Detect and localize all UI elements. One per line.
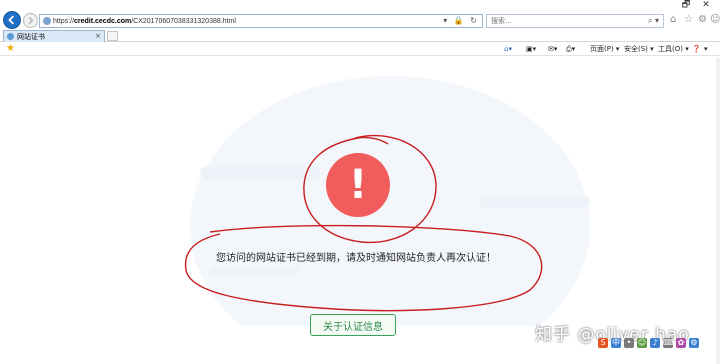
error-alert-icon: ! [326,153,390,217]
tools-menu[interactable]: 工具(O) ▾ [658,44,689,54]
certificate-expired-message: 您访问的网站证书已经到期，请及时通知网站负责人再次认证！ [216,253,496,264]
command-bar: ★ ⌂▾ ▣▾ ✉▾ ⎙▾ 页面(P) ▾ 安全(S) ▾ 工具(O) ▾ ❓ … [0,42,720,56]
home-icon[interactable]: ⌂ [670,15,676,25]
language-icon[interactable]: 中 [611,338,621,348]
voice-icon[interactable]: ♪ [650,338,660,348]
page-menu[interactable]: 页面(P) ▾ [590,44,619,54]
favorites-bar-star-icon[interactable]: ★ [6,43,15,55]
sogou-ime-icon[interactable]: S [598,338,608,348]
address-tools[interactable]: ▾ 🔒 ↻ [443,16,479,25]
tab-close-icon[interactable]: × [95,32,101,40]
vertical-scrollbar[interactable] [716,57,720,364]
site-favicon-icon [43,17,51,25]
emoji-icon[interactable]: ☺ [637,338,647,348]
close-window-button[interactable]: ✕ [696,0,716,10]
mail-icon[interactable]: ✉▾ [548,44,557,54]
restore-window-button[interactable]: 🗗 [676,0,696,10]
search-input[interactable] [487,15,637,27]
safety-menu[interactable]: 安全(S) ▾ [624,44,654,54]
keyboard-icon[interactable]: ⌨ [663,338,675,348]
home-page-icon[interactable]: ⌂▾ [504,44,512,54]
forward-button[interactable] [23,13,38,28]
forward-arrow-icon [28,16,34,25]
search-icon[interactable]: ⌕ ▾ [648,16,659,26]
title-bar: 🗗 ✕ [0,0,720,10]
tools-tray-icon[interactable]: ⚙ [689,338,699,348]
help-icon[interactable]: ❓ [692,44,701,54]
feeds-icon[interactable]: ▣▾ [526,44,536,54]
address-row: https://credit.cecdc.com/CX2017060703833… [0,10,720,30]
url-text[interactable]: https://credit.cecdc.com/CX2017060703833… [40,18,236,25]
help-menu-arrow[interactable]: ▾ [704,44,708,54]
favorites-star-icon[interactable]: ☆ [684,15,693,25]
search-box[interactable]: ⌕ ▾ [486,14,664,28]
address-bar[interactable]: https://credit.cecdc.com/CX2017060703833… [39,14,483,28]
back-arrow-icon [8,15,15,25]
exclamation-mark: ! [348,162,368,208]
tab-label: 网站证书 [17,32,45,41]
tab-row: 网站证书 × [0,30,720,42]
annotation-ellipse-icon [184,224,543,312]
feedback-smiley-icon[interactable]: ☺ [710,15,720,25]
skin-icon[interactable]: ✿ [676,338,686,348]
settings-gear-icon[interactable]: ⚙ [698,15,707,25]
certificate-info-button[interactable]: 关于认证信息 [310,314,396,336]
new-tab-button[interactable] [107,31,118,41]
punctuation-icon[interactable]: • [624,338,634,348]
back-button[interactable] [3,11,21,29]
tab-website-certificate[interactable]: 网站证书 × [3,30,105,42]
system-tray: S 中 • ☺ ♪ ⌨ ✿ ⚙ [598,336,720,350]
tab-favicon-icon [7,33,14,40]
print-icon[interactable]: ⎙▾ [566,44,575,54]
